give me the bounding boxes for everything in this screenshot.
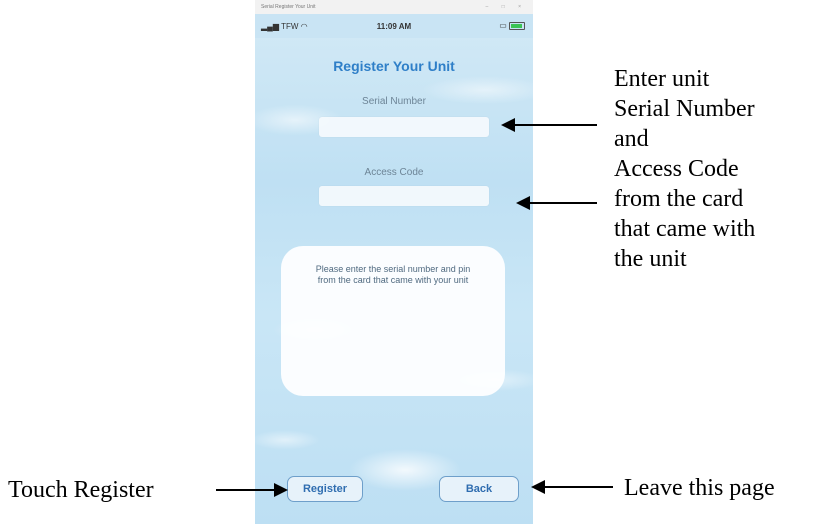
- serial-number-input[interactable]: [319, 117, 489, 137]
- annotation-line: Access Code: [614, 156, 739, 182]
- enter-instructions-annotation: Enter unit Serial Number and Access Code…: [614, 64, 755, 274]
- annotation-line: that came with: [614, 216, 756, 242]
- window-controls[interactable]: – □ ×: [486, 0, 528, 14]
- access-code-input[interactable]: [319, 186, 489, 206]
- annotation-line: Serial Number: [614, 96, 755, 122]
- annotation-line: from the card: [614, 186, 744, 212]
- status-bar: ▂▄▆ TFW ◠ 11:09 AM ▭: [255, 14, 533, 38]
- register-arrow-icon: [216, 483, 288, 497]
- airplay-icon: ▭: [499, 21, 507, 30]
- instructions-text: Please enter the serial number and pin f…: [315, 264, 471, 285]
- back-arrow-icon: [531, 480, 613, 494]
- annotation-line: Enter unit: [614, 66, 710, 92]
- access-code-label: Access Code: [364, 167, 424, 178]
- annotation-line: and: [614, 126, 649, 152]
- window-title-bar: Serial Register Your Unit – □ ×: [255, 0, 533, 14]
- serial-arrow-icon: [501, 118, 597, 132]
- status-right: ▭: [499, 21, 525, 30]
- serial-number-label: Serial Number: [362, 96, 426, 107]
- back-button[interactable]: Back: [439, 476, 519, 502]
- instructions-box: Please enter the serial number and pin f…: [281, 246, 505, 396]
- status-time: 11:09 AM: [376, 22, 412, 31]
- leave-page-annotation: Leave this page: [624, 475, 775, 501]
- window-title: Serial Register Your Unit: [261, 4, 316, 10]
- app-screenshot: Serial Register Your Unit – □ × ▂▄▆ TFW …: [255, 0, 533, 524]
- touch-register-annotation: Touch Register: [8, 477, 154, 503]
- annotation-line: the unit: [614, 246, 687, 272]
- access-arrow-icon: [516, 196, 597, 210]
- battery-icon: [509, 21, 525, 30]
- page-title: Register Your Unit: [333, 58, 455, 74]
- register-button[interactable]: Register: [287, 476, 363, 502]
